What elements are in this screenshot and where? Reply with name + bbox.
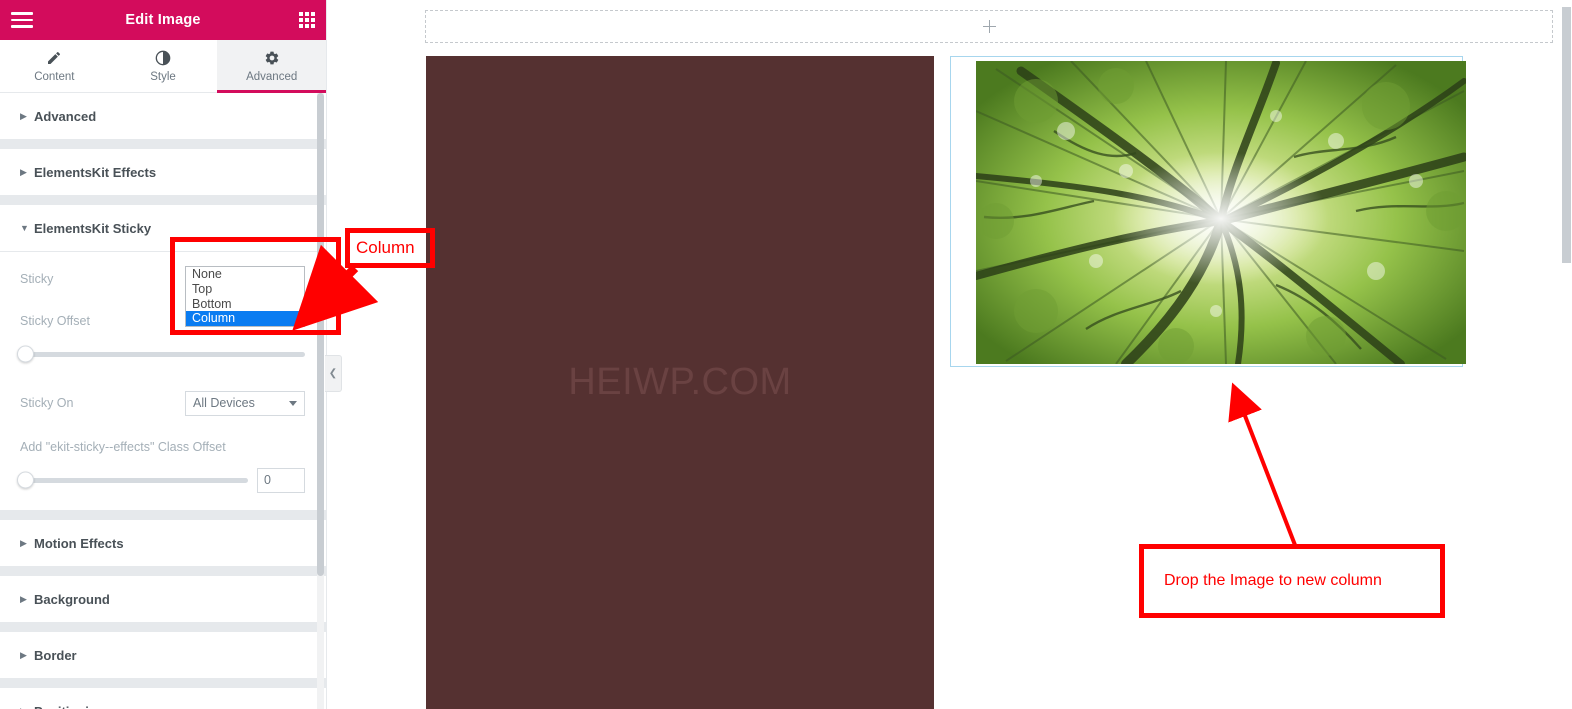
widgets-grid-icon[interactable]: [299, 12, 315, 28]
panel-collapse-handle[interactable]: ❮: [325, 355, 342, 392]
annotation-column-label-box: Column: [345, 228, 435, 268]
canvas-scrollbar-thumb[interactable]: [1562, 7, 1571, 263]
slider-handle[interactable]: [17, 471, 34, 489]
annotation-dropdown-highlight-box: [170, 237, 341, 335]
tab-content[interactable]: Content: [0, 40, 109, 92]
panel-header: Edit Image: [0, 0, 326, 40]
sticky-offset-slider[interactable]: [17, 345, 305, 363]
contrast-icon: [155, 49, 171, 66]
slider-handle[interactable]: [17, 345, 34, 363]
panel-tabs: Content Style Advanced: [0, 40, 326, 93]
section-divider: [0, 678, 326, 688]
section-elementskit-effects-label: ElementsKit Effects: [34, 164, 157, 180]
section-border[interactable]: ▶ Border: [0, 632, 326, 678]
chevron-down-icon: [289, 400, 297, 406]
annotation-column-label: Column: [356, 238, 415, 257]
forest-canopy-photo[interactable]: [976, 61, 1466, 364]
section-divider: [0, 510, 326, 520]
section-divider: [0, 195, 326, 205]
panel-title: Edit Image: [125, 12, 201, 28]
class-offset-slider[interactable]: [17, 471, 248, 489]
section-divider: [0, 566, 326, 576]
panel-sections-scroll[interactable]: ▶ Advanced ▶ ElementsKit Effects ▼ Eleme…: [0, 93, 326, 709]
section-motion-effects-label: Motion Effects: [34, 535, 124, 551]
tab-advanced[interactable]: Advanced: [217, 40, 326, 93]
section-border-label: Border: [34, 647, 77, 663]
hamburger-icon[interactable]: [11, 12, 33, 28]
tab-advanced-label: Advanced: [246, 71, 298, 83]
chevron-down-icon: ▼: [20, 223, 29, 233]
watermark-text: HEIWP.COM: [568, 361, 792, 403]
section-positioning-label: Positioning: [34, 704, 105, 709]
class-offset-slider-row: 0: [0, 464, 326, 496]
chevron-right-icon: ▶: [20, 166, 27, 177]
editor-screen: Edit Image Content Style Advanced ▶ Adva…: [0, 0, 1572, 709]
gear-icon: [264, 49, 280, 66]
add-section-dropzone[interactable]: [425, 10, 1553, 43]
elementor-settings-panel: Edit Image Content Style Advanced ▶ Adva…: [0, 0, 327, 709]
section-advanced-label: Advanced: [34, 108, 97, 124]
tab-style-label: Style: [150, 71, 176, 83]
section-divider: [0, 622, 326, 632]
sticky-label: Sticky: [20, 272, 54, 286]
section-motion-effects[interactable]: ▶ Motion Effects: [0, 520, 326, 566]
section-elementskit-effects[interactable]: ▶ ElementsKit Effects: [0, 149, 326, 195]
plus-icon: [982, 20, 996, 33]
section-divider: [0, 139, 326, 149]
tab-content-label: Content: [34, 71, 75, 83]
pencil-icon: [46, 49, 62, 66]
sticky-on-select[interactable]: All Devices: [185, 390, 305, 416]
class-offset-input[interactable]: 0: [257, 467, 305, 493]
dark-column[interactable]: HEIWP.COM: [426, 56, 934, 709]
annotation-drop-label-box: Drop the Image to new column: [1139, 544, 1445, 618]
tab-style[interactable]: Style: [108, 40, 218, 92]
section-background-label: Background: [34, 591, 110, 607]
chevron-left-icon: ❮: [328, 368, 338, 379]
class-offset-row: Add "ekit-sticky--effects" Class Offset: [0, 430, 326, 464]
image-column-selected[interactable]: [950, 56, 1466, 367]
class-offset-label: Add "ekit-sticky--effects" Class Offset: [20, 440, 226, 454]
chevron-right-icon: ▶: [20, 706, 34, 709]
section-elementskit-sticky-label: ElementsKit Sticky: [34, 220, 152, 236]
section-background[interactable]: ▶ Background: [0, 576, 326, 622]
sticky-on-label: Sticky On: [20, 396, 74, 410]
chevron-right-icon: ▶: [20, 110, 27, 121]
annotation-drop-label: Drop the Image to new column: [1164, 572, 1382, 589]
section-positioning[interactable]: ▶ Positioning: [0, 688, 326, 709]
chevron-right-icon: ▶: [20, 593, 27, 604]
chevron-right-icon: ▶: [20, 537, 27, 548]
canvas-scrollbar[interactable]: [1558, 0, 1572, 709]
chevron-right-icon: ▶: [20, 649, 27, 660]
sticky-offset-slider-row: [0, 338, 326, 370]
section-advanced[interactable]: ▶ Advanced: [0, 93, 326, 139]
sticky-on-row: Sticky On All Devices: [0, 386, 326, 420]
panel-scrollbar[interactable]: [317, 93, 324, 709]
sticky-on-select-value: All Devices: [193, 396, 255, 410]
